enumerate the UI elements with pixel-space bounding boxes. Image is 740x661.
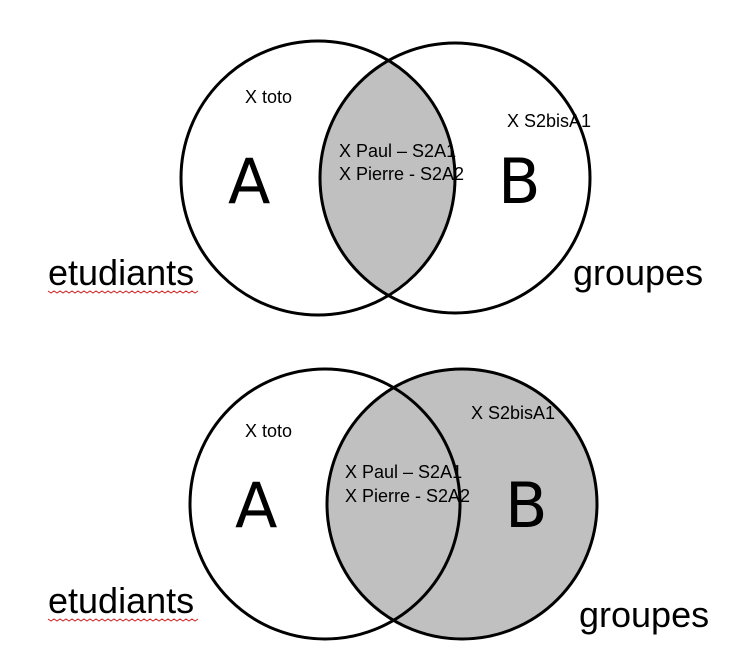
top-intersection-item-1: X Paul – S2A1 <box>339 141 456 161</box>
bottom-intersection-item-1: X Paul – S2A1 <box>345 462 462 482</box>
bottom-intersection-item-2: X Pierre - S2A2 <box>345 486 470 506</box>
top-set-a-name: etudiants <box>48 252 194 293</box>
top-intersection-item-2: X Pierre - S2A2 <box>339 164 464 184</box>
top-set-b-letter: B <box>498 145 541 218</box>
bottom-set-a-name: etudiants <box>48 580 194 621</box>
venn-diagram-top: X toto X S2bisA1 X Paul – S2A1 X Pierre … <box>47 39 703 317</box>
venn-diagram-bottom: X toto X S2bisA1 X Paul – S2A1 X Pierre … <box>47 367 709 641</box>
top-set-a-letter: A <box>228 145 270 218</box>
bottom-set-b-letter: B <box>505 469 548 542</box>
bottom-set-a-letter: A <box>235 469 277 542</box>
top-set-b-name: groupes <box>573 252 703 293</box>
top-set-b-item: X S2bisA1 <box>507 111 591 131</box>
venn-diagrams-canvas: X toto X S2bisA1 X Paul – S2A1 X Pierre … <box>47 39 709 641</box>
top-set-a-item: X toto <box>245 87 292 107</box>
bottom-set-b-item: X S2bisA1 <box>471 403 555 423</box>
bottom-set-a-item: X toto <box>245 421 292 441</box>
bottom-set-b-name: groupes <box>579 594 709 635</box>
